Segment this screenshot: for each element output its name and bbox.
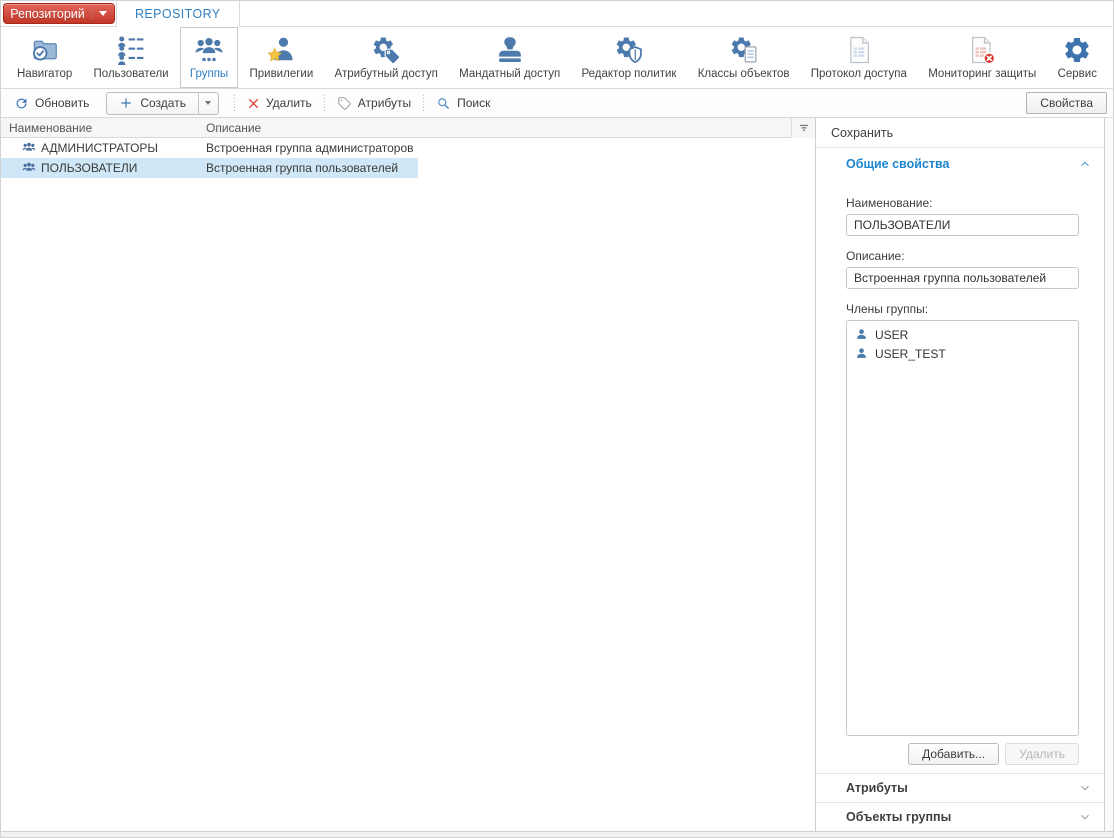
tab-repository-label: REPOSITORY <box>135 7 221 21</box>
ribbon: Навигатор Пользователи Группы Привилегии… <box>1 27 1113 89</box>
properties-button[interactable]: Свойства <box>1026 92 1107 114</box>
column-header-description[interactable]: Описание <box>201 121 418 135</box>
ribbon-item-groups[interactable]: Группы <box>179 27 239 88</box>
dropdown-caret-icon <box>99 11 107 16</box>
chevron-up-icon <box>1078 157 1092 171</box>
ribbon-item-access-log[interactable]: Протокол доступа <box>801 27 917 88</box>
folder-check-icon <box>30 33 60 67</box>
ribbon-item-privileges[interactable]: Привилегии <box>239 27 323 88</box>
description-field-label: Описание: <box>846 249 905 263</box>
plus-icon <box>119 96 133 110</box>
gear-document-icon <box>729 33 759 67</box>
ribbon-item-object-classes[interactable]: Классы объектов <box>688 27 800 88</box>
toolbar-separator <box>233 94 235 112</box>
refresh-icon <box>14 96 29 111</box>
properties-panel: Сохранить Общие свойства Наименование: О… <box>815 118 1105 831</box>
user-icon <box>857 348 866 358</box>
ribbon-item-policy-editor[interactable]: Редактор политик <box>571 27 686 88</box>
group-name: ПОЛЬЗОВАТЕЛИ <box>41 161 138 175</box>
dropdown-caret-icon <box>205 101 212 105</box>
group-name: АДМИНИСТРАТОРЫ <box>41 141 159 155</box>
tab-repository[interactable]: REPOSITORY <box>116 1 240 27</box>
panel-gutter <box>1105 118 1113 831</box>
actions-toolbar: Обновить Создать Удалить Атрибуты Поиск … <box>1 89 1113 118</box>
group-description: Встроенная группа пользователей <box>206 161 399 175</box>
table-row[interactable]: АДМИНИСТРАТОРЫ Встроенная группа админис… <box>1 138 418 158</box>
ribbon-item-service[interactable]: Сервис <box>1048 27 1107 88</box>
search-button[interactable]: Поиск <box>429 93 497 114</box>
members-list-label: Члены группы: <box>846 302 929 316</box>
gear-tag-icon <box>371 33 401 67</box>
repository-menu-button[interactable]: Репозиторий <box>3 3 115 24</box>
user-group-icon <box>194 33 224 67</box>
grid-header: Наименование Описание <box>1 117 815 138</box>
column-header-name[interactable]: Наименование <box>1 121 201 135</box>
member-list-item[interactable]: USER_TEST <box>847 344 1078 363</box>
ribbon-item-security-monitoring[interactable]: Мониторинг защиты <box>918 27 1046 88</box>
chevron-down-icon <box>1078 810 1092 824</box>
ribbon-item-mandatory-access[interactable]: Мандатный доступ <box>449 27 570 88</box>
users-list-icon <box>116 33 146 67</box>
toolbar-separator <box>323 94 325 112</box>
gear-shield-icon <box>614 33 644 67</box>
ribbon-item-attribute-access[interactable]: Атрибутный доступ <box>325 27 448 88</box>
name-field[interactable] <box>846 214 1079 236</box>
members-listbox: USER USER_TEST <box>846 320 1079 736</box>
delete-button[interactable]: Удалить <box>240 93 319 113</box>
repository-menu-label: Репозиторий <box>10 6 85 21</box>
create-dropdown-button[interactable] <box>197 92 218 114</box>
ribbon-item-users[interactable]: Пользователи <box>84 27 179 88</box>
section-group-objects[interactable]: Объекты группы <box>816 802 1104 831</box>
group-description: Встроенная группа администраторов <box>206 141 414 155</box>
ribbon-item-navigator[interactable]: Навигатор <box>7 27 82 88</box>
search-icon <box>436 96 451 111</box>
column-menu-icon <box>799 124 808 131</box>
delete-x-icon <box>247 97 260 110</box>
stamp-icon <box>494 33 526 67</box>
main-area: Наименование Описание АДМИНИСТРАТОРЫ Вст… <box>1 117 1113 831</box>
gear-icon <box>1062 33 1092 67</box>
save-button[interactable]: Сохранить <box>816 118 1104 148</box>
button-divider <box>91 7 92 20</box>
toolbar-separator <box>423 94 425 112</box>
window-bottom-edge <box>1 831 1113 837</box>
name-field-label: Наименование: <box>846 196 933 210</box>
create-split-button: Создать <box>106 91 219 115</box>
user-icon <box>857 329 866 339</box>
tab-strip: Репозиторий REPOSITORY <box>1 1 1113 27</box>
section-general-properties[interactable]: Общие свойства <box>816 148 1104 180</box>
user-star-icon <box>266 33 296 67</box>
member-list-item[interactable]: USER <box>847 325 1078 344</box>
chevron-down-icon <box>1078 781 1092 795</box>
description-field[interactable] <box>846 267 1079 289</box>
general-properties-form: Наименование: Описание: Члены группы: US… <box>816 180 1104 765</box>
group-row-icon <box>22 162 36 171</box>
table-row-selected[interactable]: ПОЛЬЗОВАТЕЛИ Встроенная группа пользоват… <box>1 158 418 178</box>
tag-icon <box>337 96 352 111</box>
refresh-button[interactable]: Обновить <box>7 93 96 114</box>
create-button[interactable]: Создать <box>107 93 198 114</box>
section-attributes[interactable]: Атрибуты <box>816 773 1104 802</box>
app-window: Репозиторий REPOSITORY Навигатор Пользов… <box>0 0 1114 838</box>
groups-grid: Наименование Описание АДМИНИСТРАТОРЫ Вст… <box>1 117 815 831</box>
document-alert-icon <box>967 33 997 67</box>
attributes-button[interactable]: Атрибуты <box>330 93 418 114</box>
remove-member-button[interactable]: Удалить <box>1005 743 1079 765</box>
add-member-button[interactable]: Добавить... <box>908 743 1000 765</box>
column-menu-button[interactable] <box>791 117 815 138</box>
document-table-icon <box>844 33 874 67</box>
group-row-icon <box>22 142 36 151</box>
